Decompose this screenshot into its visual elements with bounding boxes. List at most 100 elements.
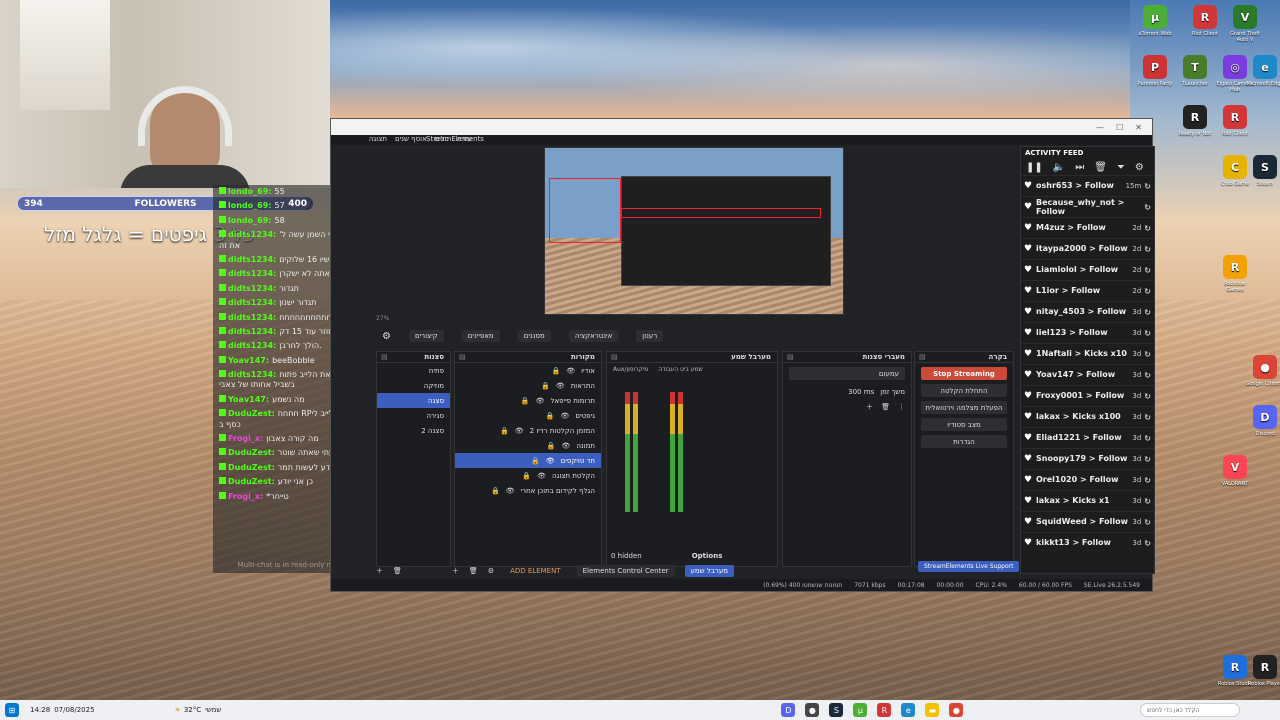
scene-item[interactable]: סצנה 2 (377, 423, 450, 438)
chat-username[interactable]: Frogi_x: (228, 492, 263, 501)
eye-icon[interactable]: 👁 (536, 397, 545, 405)
source-item[interactable]: 🔒 👁 אודיו (455, 363, 601, 378)
lock-icon[interactable]: 🔒 (500, 427, 509, 435)
transition-select[interactable]: עמעום (789, 367, 905, 380)
riot-taskbar-icon[interactable]: R (877, 703, 892, 717)
chat-username[interactable]: didts1234: (228, 298, 276, 307)
chat-username[interactable]: Yoav147: (228, 356, 269, 365)
source-item[interactable]: 🔒 👁 הגלף לקידום בתוכן אחרי (455, 483, 601, 498)
desktop-shortcut[interactable]: R Ready or Not (1175, 105, 1215, 151)
start-recording-button[interactable]: התחלת הקלטה (921, 384, 1007, 397)
lock-icon[interactable]: 🔒 (552, 367, 561, 375)
windows-start-icon[interactable]: ⊞ (5, 703, 19, 717)
add-transition-icon[interactable]: ＋ (866, 402, 873, 412)
minimize-icon[interactable]: — (1096, 123, 1104, 132)
eye-icon[interactable]: 👁 (556, 382, 565, 390)
desktop-shortcut[interactable]: D Discord (1245, 405, 1280, 451)
toolbar-shortcuts[interactable]: קיצורים (408, 330, 444, 342)
pause-icon[interactable]: ❚❚ (1026, 162, 1043, 173)
skip-icon[interactable]: ⏭ (1075, 162, 1084, 173)
lock-icon[interactable]: 🔒 (521, 397, 530, 405)
chat-username[interactable]: londo_69: (228, 201, 272, 210)
utorrent-taskbar-icon[interactable]: μ (853, 703, 868, 717)
stop-streaming-button[interactable]: Stop Streaming (921, 367, 1007, 380)
settings-button[interactable]: הגדרות (921, 435, 1007, 448)
source-item[interactable]: 🔒 👁 תרומות פייפאל (455, 393, 601, 408)
dock-menu-icon[interactable]: ▤ (787, 353, 794, 361)
chat-username[interactable]: didts1234: (228, 327, 276, 336)
desktop-shortcut[interactable]: R Rockstar Games (1215, 255, 1255, 301)
lock-icon[interactable]: 🔒 (547, 442, 556, 450)
chat-username[interactable]: didts1234: (228, 284, 276, 293)
chat-username[interactable]: DuduZest: (228, 409, 275, 418)
add-scene-icon[interactable]: ＋ (376, 566, 383, 576)
chat-username[interactable]: DuduZest: (228, 463, 275, 472)
chat-username[interactable]: Yoav147: (228, 395, 269, 404)
discord-taskbar-icon[interactable]: D (781, 703, 796, 717)
desktop-shortcut[interactable]: V VALORANT (1215, 455, 1255, 501)
toolbar-properties[interactable]: מאפיינים (461, 330, 500, 342)
desktop-shortcut[interactable]: μ uTorrent Web (1135, 5, 1175, 51)
toolbar-interact[interactable]: אינטראקציה (568, 330, 619, 342)
dock-menu-icon[interactable]: ▤ (459, 353, 466, 361)
source-item[interactable]: 🔒 👁 חד טויקסים (455, 453, 601, 468)
eye-icon[interactable]: 👁 (506, 487, 515, 495)
scene-item[interactable]: סצנה (377, 393, 450, 408)
chat-username[interactable]: didts1234: (228, 255, 276, 264)
studio-mode-button[interactable]: מצב סטודיו (921, 418, 1007, 431)
mixer-options-button[interactable]: Options (692, 552, 723, 560)
scene-item[interactable]: פתיח (377, 363, 450, 378)
lock-icon[interactable]: 🔒 (541, 382, 550, 390)
desktop-shortcut[interactable]: e Microsoft Edge (1245, 55, 1280, 101)
mute-icon[interactable]: 🔈 (1053, 162, 1065, 173)
maximize-icon[interactable]: ☐ (1116, 123, 1123, 132)
dock-menu-icon[interactable]: ▤ (381, 353, 388, 361)
virtual-camera-button[interactable]: הפעלת מצלמה וירטואלית (921, 401, 1007, 414)
chat-username[interactable]: didts1234: (228, 230, 276, 239)
source-item[interactable]: 🔒 👁 התראות (455, 378, 601, 393)
dock-menu-icon[interactable]: ▤ (919, 353, 926, 361)
obs-preview[interactable] (544, 147, 844, 315)
desktop-shortcut[interactable]: R Roblox Player (1245, 655, 1280, 701)
eye-icon[interactable]: 👁 (561, 412, 570, 420)
desktop-shortcut[interactable]: ● Google Chrome (1245, 355, 1280, 401)
menu-streamelements[interactable]: StreamElements (426, 135, 484, 143)
scene-item[interactable]: סגירה (377, 408, 450, 423)
weather-icon[interactable]: ☀ (175, 706, 181, 714)
source-item[interactable]: 🔒 👁 תמונה (455, 438, 601, 453)
desktop-shortcut[interactable]: V Grand Theft Auto V (1225, 5, 1265, 51)
menu-collections[interactable]: אוסף שנים (395, 135, 427, 145)
preview-bounding-box[interactable] (621, 208, 821, 218)
filter-icon[interactable]: ⏷ (1117, 162, 1125, 173)
edge-taskbar-icon[interactable]: e (901, 703, 916, 717)
source-item[interactable]: 🔒 👁 המזמן הקלטות רדיו 2 (455, 423, 601, 438)
lock-icon[interactable]: 🔒 (491, 487, 500, 495)
taskbar-search[interactable]: הקלד כאן כדי לחפש (1140, 703, 1240, 717)
eye-icon[interactable]: 👁 (515, 427, 524, 435)
desktop-shortcut[interactable]: T TLauncher (1175, 55, 1215, 101)
desktop-shortcut[interactable]: R Riot Client (1185, 5, 1225, 51)
gear-icon[interactable]: ⚙ (382, 331, 391, 342)
lock-icon[interactable]: 🔒 (522, 472, 531, 480)
eye-icon[interactable]: 👁 (566, 367, 575, 375)
delete-icon[interactable]: 🗑 (1094, 162, 1107, 173)
zoom-level[interactable]: 27% (376, 315, 389, 323)
desktop-shortcut[interactable]: S Steam (1245, 155, 1280, 201)
obs-taskbar-icon[interactable]: ● (805, 703, 820, 717)
chat-username[interactable]: didts1234: (228, 313, 276, 322)
mixer-channel-mic[interactable]: Aux/מיקרופון (613, 366, 648, 373)
transition-duration-value[interactable]: 300 ms (848, 388, 874, 396)
source-settings-icon[interactable]: ⚙ (488, 567, 494, 575)
eye-icon[interactable]: 👁 (561, 442, 570, 450)
toolbar-refresh[interactable]: רענון (636, 330, 664, 342)
source-item[interactable]: 🔒 👁 הקלטת תצוגה (455, 468, 601, 483)
steam-taskbar-icon[interactable]: S (829, 703, 844, 717)
eye-icon[interactable]: 👁 (546, 457, 555, 465)
chat-username[interactable]: didts1234: (228, 370, 276, 379)
remove-transition-icon[interactable]: 🗑 (881, 403, 890, 411)
mixer-channel-desktop[interactable]: שמע ביט העבודה (658, 366, 703, 373)
chrome-taskbar-icon[interactable]: ● (949, 703, 964, 717)
eye-icon[interactable]: 👁 (537, 472, 546, 480)
add-element-button[interactable]: ADD ELEMENT (504, 565, 567, 577)
desktop-shortcut[interactable]: R Riot Client (1215, 105, 1255, 151)
